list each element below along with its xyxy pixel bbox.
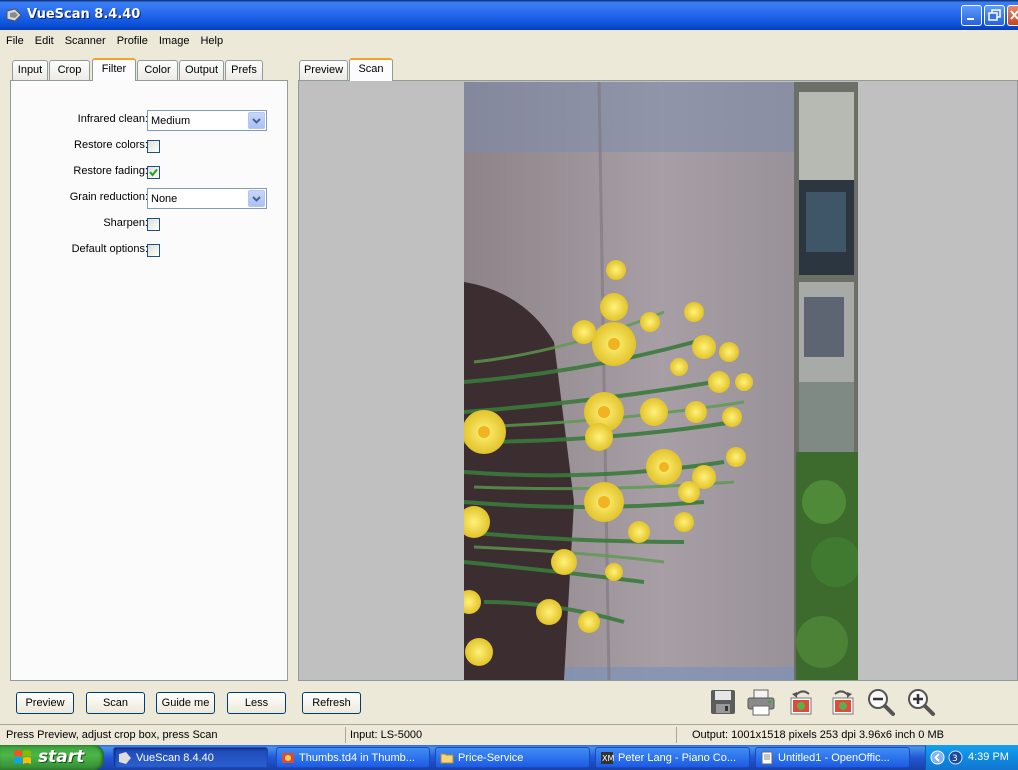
grain-reduction-label: Grain reduction: bbox=[69, 191, 148, 203]
menu-profile[interactable]: Profile bbox=[111, 35, 153, 47]
tab-output[interactable]: Output bbox=[179, 60, 224, 80]
tab-scan[interactable]: Scan bbox=[349, 58, 393, 81]
menu-edit[interactable]: Edit bbox=[29, 35, 59, 47]
infrared-clean-label: Infrared clean: bbox=[77, 113, 148, 125]
taskbar-item-price-service[interactable]: Price-Service bbox=[435, 747, 590, 768]
guide-me-button[interactable]: Guide me bbox=[156, 692, 215, 714]
taskbar-item-label: Price-Service bbox=[458, 752, 524, 764]
tab-filter[interactable]: Filter bbox=[92, 58, 136, 81]
restore-fading-label: Restore fading: bbox=[73, 165, 148, 177]
vuescan-app-icon bbox=[6, 8, 22, 22]
menu-file[interactable]: File bbox=[0, 35, 29, 47]
zoom-out-icon[interactable] bbox=[866, 687, 896, 717]
menu-bar: File Edit Scanner Profile Image Help bbox=[0, 31, 1018, 51]
start-button[interactable]: start bbox=[0, 745, 104, 770]
sharpen-checkbox[interactable] bbox=[147, 218, 160, 231]
taskbar-item-peter-lang[interactable]: XM Peter Lang - Piano Co... bbox=[595, 747, 750, 768]
default-options-row: Default options: bbox=[11, 240, 281, 260]
minimize-icon bbox=[967, 18, 974, 20]
restore-fading-row: Restore fading: bbox=[11, 162, 281, 182]
tab-crop[interactable]: Crop bbox=[49, 60, 90, 80]
vuescan-icon bbox=[119, 752, 131, 764]
preview-button[interactable]: Preview bbox=[16, 692, 74, 714]
status-bar: Press Preview, adjust crop box, press Sc… bbox=[0, 724, 1018, 745]
sharpen-row: Sharpen: bbox=[11, 214, 281, 234]
infrared-clean-row: Infrared clean: Medium bbox=[11, 110, 281, 131]
taskbar-item-label: VueScan 8.4.40 bbox=[136, 752, 214, 764]
default-options-label: Default options: bbox=[71, 243, 148, 255]
windows-logo-icon bbox=[14, 750, 31, 764]
status-hint: Press Preview, adjust crop box, press Sc… bbox=[6, 729, 218, 741]
chevron-down-icon bbox=[252, 196, 261, 202]
status-divider bbox=[676, 727, 677, 743]
rotate-left-icon[interactable] bbox=[787, 687, 817, 717]
restore-icon bbox=[988, 9, 1001, 21]
tab-color[interactable]: Color bbox=[137, 60, 178, 80]
restore-button[interactable] bbox=[984, 5, 1005, 26]
start-label: start bbox=[38, 747, 85, 767]
status-divider bbox=[345, 727, 346, 743]
close-button[interactable] bbox=[1007, 5, 1018, 26]
checkmark-icon bbox=[149, 168, 158, 177]
expand-tray-icon[interactable] bbox=[930, 750, 945, 765]
dropdown-button[interactable] bbox=[248, 112, 265, 129]
window-title: VueScan 8.4.40 bbox=[27, 7, 141, 22]
thumbs-icon bbox=[282, 753, 294, 763]
taskbar-item-openoffice[interactable]: Untitled1 - OpenOffic... bbox=[755, 747, 910, 768]
scan-button[interactable]: Scan bbox=[86, 692, 145, 714]
menu-help[interactable]: Help bbox=[194, 35, 228, 47]
print-icon[interactable] bbox=[746, 687, 776, 717]
filter-panel: Infrared clean: Medium Restore colors: R… bbox=[10, 80, 288, 681]
taskbar-item-thumbs[interactable]: Thumbs.td4 in Thumb... bbox=[276, 747, 430, 768]
zoom-in-icon[interactable] bbox=[906, 687, 936, 717]
folder-icon bbox=[440, 753, 454, 764]
taskbar-item-label: Peter Lang - Piano Co... bbox=[618, 752, 737, 764]
taskbar: start VueScan 8.4.40 Thumbs.td4 in Thumb… bbox=[0, 745, 1018, 770]
default-options-checkbox[interactable] bbox=[147, 244, 160, 257]
refresh-button[interactable]: Refresh bbox=[302, 692, 361, 714]
less-button[interactable]: Less bbox=[227, 692, 286, 714]
xm-icon: XM bbox=[601, 752, 614, 764]
restore-colors-label: Restore colors: bbox=[74, 139, 148, 151]
clock: 4:39 PM bbox=[968, 751, 1009, 763]
grain-reduction-value: None bbox=[151, 193, 178, 205]
chevron-down-icon bbox=[252, 118, 261, 124]
infrared-clean-value: Medium bbox=[151, 115, 191, 127]
save-icon[interactable] bbox=[708, 687, 738, 717]
taskbar-item-vuescan[interactable]: VueScan 8.4.40 bbox=[113, 747, 268, 768]
tab-prefs[interactable]: Prefs bbox=[225, 60, 263, 80]
svg-text:XM: XM bbox=[602, 754, 614, 763]
status-input: Input: LS-5000 bbox=[350, 729, 423, 741]
tab-preview[interactable]: Preview bbox=[299, 60, 348, 80]
scanned-photo-daffodils bbox=[464, 82, 858, 680]
restore-fading-checkbox[interactable] bbox=[147, 166, 160, 179]
minimize-button[interactable] bbox=[961, 5, 982, 26]
network-icon[interactable]: 3 bbox=[948, 750, 963, 765]
scan-view-panel[interactable] bbox=[298, 80, 1018, 681]
openoffice-icon bbox=[761, 751, 773, 765]
title-bar[interactable]: VueScan 8.4.40 bbox=[0, 0, 1018, 30]
restore-colors-checkbox[interactable] bbox=[147, 140, 160, 153]
system-tray: 3 4:39 PM bbox=[925, 745, 1018, 770]
dropdown-button[interactable] bbox=[248, 190, 265, 207]
grain-reduction-row: Grain reduction: None bbox=[11, 188, 281, 209]
status-output: Output: 1001x1518 pixels 253 dpi 3.96x6 … bbox=[692, 729, 944, 741]
menu-scanner[interactable]: Scanner bbox=[59, 35, 111, 47]
sharpen-label: Sharpen: bbox=[103, 217, 148, 229]
taskbar-item-label: Thumbs.td4 in Thumb... bbox=[299, 752, 415, 764]
restore-colors-row: Restore colors: bbox=[11, 136, 281, 156]
tab-input[interactable]: Input bbox=[12, 60, 48, 80]
menu-image[interactable]: Image bbox=[153, 35, 195, 47]
close-icon bbox=[1010, 10, 1018, 20]
taskbar-item-label: Untitled1 - OpenOffic... bbox=[778, 752, 890, 764]
rotate-right-icon[interactable] bbox=[827, 687, 857, 717]
infrared-clean-select[interactable]: Medium bbox=[147, 110, 267, 131]
grain-reduction-select[interactable]: None bbox=[147, 188, 267, 209]
svg-text:3: 3 bbox=[952, 754, 958, 764]
